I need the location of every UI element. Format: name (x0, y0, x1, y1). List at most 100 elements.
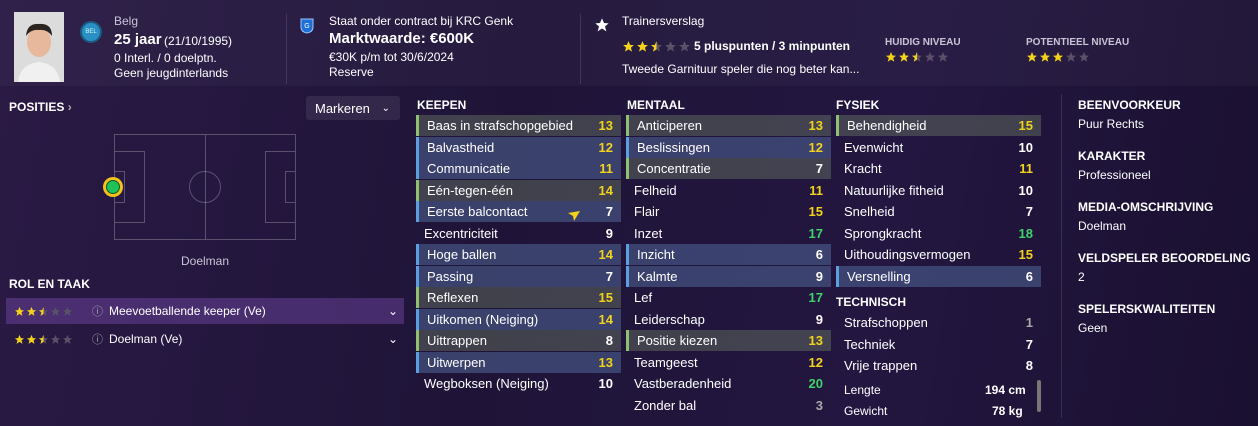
attribute-row[interactable]: Zonder bal 3 (626, 395, 831, 416)
attribute-row[interactable]: Eén-tegen-één 14 (416, 179, 621, 201)
info-icon[interactable]: ⓘ (92, 331, 103, 347)
attribute-row[interactable]: Vastberadenheid 20 (626, 373, 831, 394)
attribute-name: Hoge ballen (427, 247, 497, 262)
role-title: ROL EN TAAK (9, 277, 90, 291)
attribute-value: 13 (598, 118, 613, 133)
weight-value: 78 kg (992, 404, 1023, 418)
attribute-row[interactable]: Anticiperen 13 (626, 115, 831, 136)
attribute-row[interactable]: Positie kiezen 13 (626, 330, 831, 351)
attribute-row[interactable]: Excentriciteit 9 (416, 223, 621, 244)
technisch-title: TECHNISCH (836, 295, 907, 309)
attribute-row[interactable]: Hoge ballen 14 (416, 244, 621, 265)
star-icon (637, 41, 648, 52)
chevron-down-icon[interactable]: ⌄ (388, 304, 398, 318)
attribute-row[interactable]: Eerste balcontact 7 (416, 201, 621, 222)
attribute-name: Leiderschap (634, 311, 705, 327)
role-label: Doelman (Ve) (109, 332, 183, 346)
attribute-row[interactable]: Vrije trappen 8 (836, 355, 1041, 376)
star-icon (1053, 52, 1063, 62)
attribute-row[interactable]: Uitkomen (Neiging) 14 (416, 308, 621, 330)
attribute-row[interactable]: Kracht 11 (836, 158, 1041, 179)
position-marker[interactable] (103, 177, 123, 197)
attribute-row[interactable]: Techniek 7 (836, 334, 1041, 355)
attribute-name: Excentriciteit (424, 225, 498, 241)
attribute-row[interactable]: Evenwicht 10 (836, 137, 1041, 158)
attribute-row[interactable]: Beslissingen 12 (626, 136, 831, 158)
foot-label: BEENVOORKEUR (1078, 98, 1181, 112)
attribute-name: Lef (634, 290, 653, 305)
attribute-name: Uithoudingsvermogen (844, 247, 971, 262)
attribute-row[interactable]: Concentratie 7 (626, 158, 831, 179)
pitch-diagram (114, 134, 296, 240)
attribute-name: Kalmte (637, 268, 678, 284)
star-icon (26, 334, 37, 344)
attribute-name: Uitwerpen (427, 354, 486, 370)
attribute-row[interactable]: Versnelling 6 (836, 265, 1041, 287)
attribute-value: 15 (1018, 247, 1033, 262)
star-icon (62, 334, 73, 344)
attribute-row[interactable]: Wegboksen (Neiging) 10 (416, 373, 621, 394)
attribute-row[interactable]: Balvastheid 12 (416, 136, 621, 158)
attribute-value: 15 (1018, 118, 1033, 133)
report-title[interactable]: Trainersverslag (622, 14, 704, 28)
contract-club[interactable]: Staat onder contract bij KRC Genk (329, 14, 513, 28)
player-dob: (21/10/1995) (164, 34, 233, 48)
attribute-name: Versnelling (847, 268, 911, 284)
attribute-name: Anticiperen (637, 118, 703, 133)
role-row[interactable]: ⓘ Doelman (Ve) ⌄ (6, 326, 404, 352)
player-avatar (14, 12, 64, 82)
attribute-row[interactable]: Felheid 11 (626, 180, 831, 201)
attribute-value: 14 (598, 182, 613, 198)
attribute-value: 9 (815, 268, 823, 284)
attribute-value: 20 (808, 376, 823, 391)
attribute-row[interactable]: Leiderschap 9 (626, 309, 831, 330)
attribute-value: 12 (808, 139, 823, 155)
attribute-row[interactable]: Lef 17 (626, 287, 831, 308)
attribute-name: Flair (634, 204, 660, 219)
attribute-row[interactable]: Teamgeest 12 (626, 352, 831, 373)
personality-value: Professioneel (1078, 168, 1151, 182)
attribute-name: Evenwicht (844, 139, 904, 155)
star-icon (1027, 52, 1037, 62)
attribute-row[interactable]: Sprongkracht 18 (836, 223, 1041, 244)
attribute-row[interactable]: Communicatie 11 (416, 158, 621, 179)
attribute-value: 7 (605, 268, 613, 284)
attribute-row[interactable]: Uitwerpen 13 (416, 351, 621, 373)
positions-title[interactable]: POSITIES › (9, 100, 72, 114)
attribute-value: 9 (605, 225, 613, 241)
attribute-row[interactable]: Inzicht 6 (626, 244, 831, 265)
attribute-value: 14 (598, 247, 613, 262)
star-icon (1079, 52, 1089, 62)
attribute-value: 10 (1018, 139, 1033, 155)
attribute-row[interactable]: Uittrappen 8 (416, 330, 621, 351)
attribute-row[interactable]: Baas in strafschopgebied 13 (416, 115, 621, 136)
mark-dropdown[interactable]: Markeren ⌄ (306, 96, 400, 120)
attribute-value: 7 (1025, 204, 1033, 219)
attribute-row[interactable]: Strafschoppen 1 (836, 312, 1041, 333)
scrollbar[interactable] (1037, 380, 1041, 412)
attribute-row[interactable]: Kalmte 9 (626, 265, 831, 287)
role-row[interactable]: ⓘ Meevoetballende keeper (Ve) ⌄ (6, 298, 404, 324)
attribute-row[interactable]: Passing 7 (416, 265, 621, 287)
divider (286, 14, 287, 84)
attribute-row[interactable]: Flair 15 (626, 201, 831, 222)
info-icon[interactable]: ⓘ (92, 303, 103, 319)
attribute-row[interactable]: Snelheid 7 (836, 201, 1041, 222)
star-icon (938, 52, 948, 62)
attribute-name: Reflexen (427, 290, 479, 305)
attribute-row[interactable]: Natuurlijke fitheid 10 (836, 180, 1041, 201)
attribute-row[interactable]: Behendigheid 15 (836, 115, 1041, 136)
attribute-row[interactable]: Inzet 17 (626, 223, 831, 244)
attribute-name: Beslissingen (637, 139, 710, 155)
attribute-name: Strafschoppen (844, 315, 928, 330)
attribute-row[interactable]: Reflexen 15 (416, 287, 621, 308)
attribute-name: Inzet (634, 225, 663, 241)
chevron-down-icon[interactable]: ⌄ (388, 332, 398, 346)
foot-value: Puur Rechts (1078, 117, 1145, 131)
arrow-icon (568, 208, 580, 221)
attribute-name: Snelheid (844, 204, 895, 219)
nationality-flag-icon: BEL (80, 21, 102, 43)
current-ability-stars (885, 51, 950, 63)
height-label: Lengte (844, 383, 881, 397)
attribute-row[interactable]: Uithoudingsvermogen 15 (836, 244, 1041, 265)
